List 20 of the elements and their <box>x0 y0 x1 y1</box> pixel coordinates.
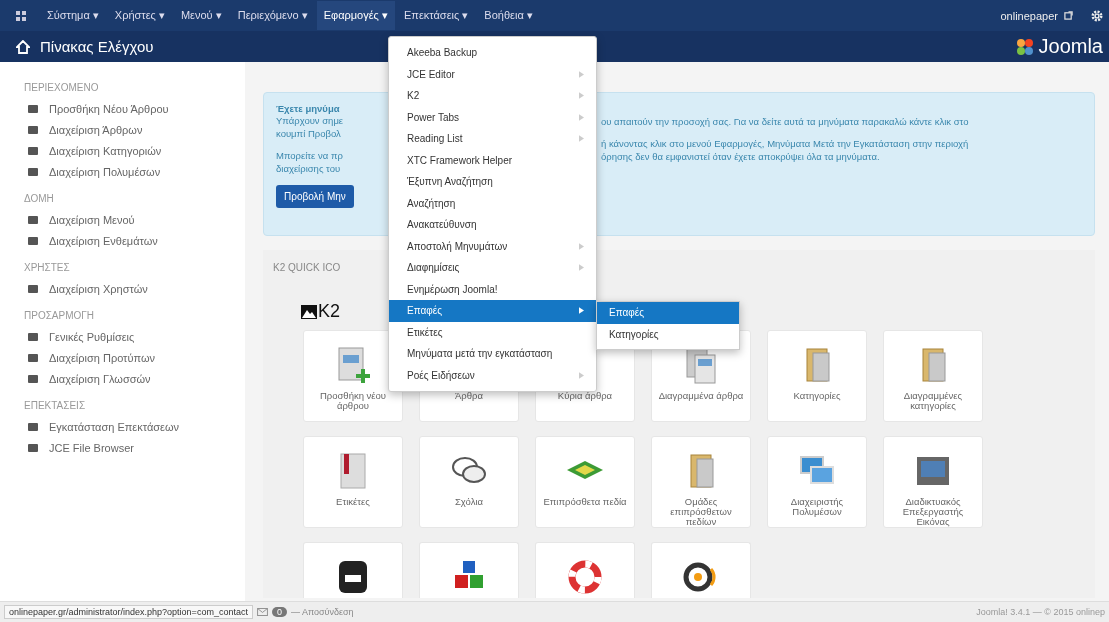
message-text: Μπορείτε να πρ <box>276 149 344 162</box>
panel-heading: K2 QUICK ICO <box>273 262 341 273</box>
sidebar-heading: ΧΡΗΣΤΕΣ <box>24 261 71 275</box>
sidebar-heading: ΠΕΡΙΕΧΟΜΕΝΟ <box>24 81 100 95</box>
page-title: Πίνακας Ελέγχου <box>40 38 154 55</box>
message-text: όρησης δεν θα εμφανιστεί όταν έχετε αποκρύψει όλα τα μηνύματα. <box>601 150 881 163</box>
message-count: 0 <box>271 607 287 617</box>
message-title: Έχετε μηνύμα <box>276 103 341 114</box>
message-text: κουμπί Προβολ <box>276 127 342 140</box>
sidebar-heading: ΠΡΟΣΑΡΜΟΓΗ <box>24 309 96 323</box>
message-text: διαχείρισης του <box>276 162 342 175</box>
status-url: onlinepaper.gr/administrator/index.php?option=com_contact <box>4 605 253 619</box>
joomla-logo-text: Joomla <box>1038 35 1103 58</box>
k2-logo-text: K2 <box>318 301 341 322</box>
sidebar-heading: ΕΠΕΚΤΑΣΕΙΣ <box>24 399 87 413</box>
message-text: ου απαιτούν την προσοχή σας. Για να δείτε αυτά τα μηνύματα παρακαλώ κάντε κλικ στο <box>601 115 969 128</box>
message-text: ή κάνοντας κλικ στο μενού Εφαρμογές, Μηνύματα Μετά την Εγκατάσταση στην περιοχή <box>601 137 969 150</box>
message-text: Υπάρχουν σημε <box>276 114 345 127</box>
version-text: Joomla! 3.4.1 — © 2015 onlinep <box>976 607 1105 617</box>
sidebar-heading: ΔΟΜΗ <box>24 192 55 206</box>
